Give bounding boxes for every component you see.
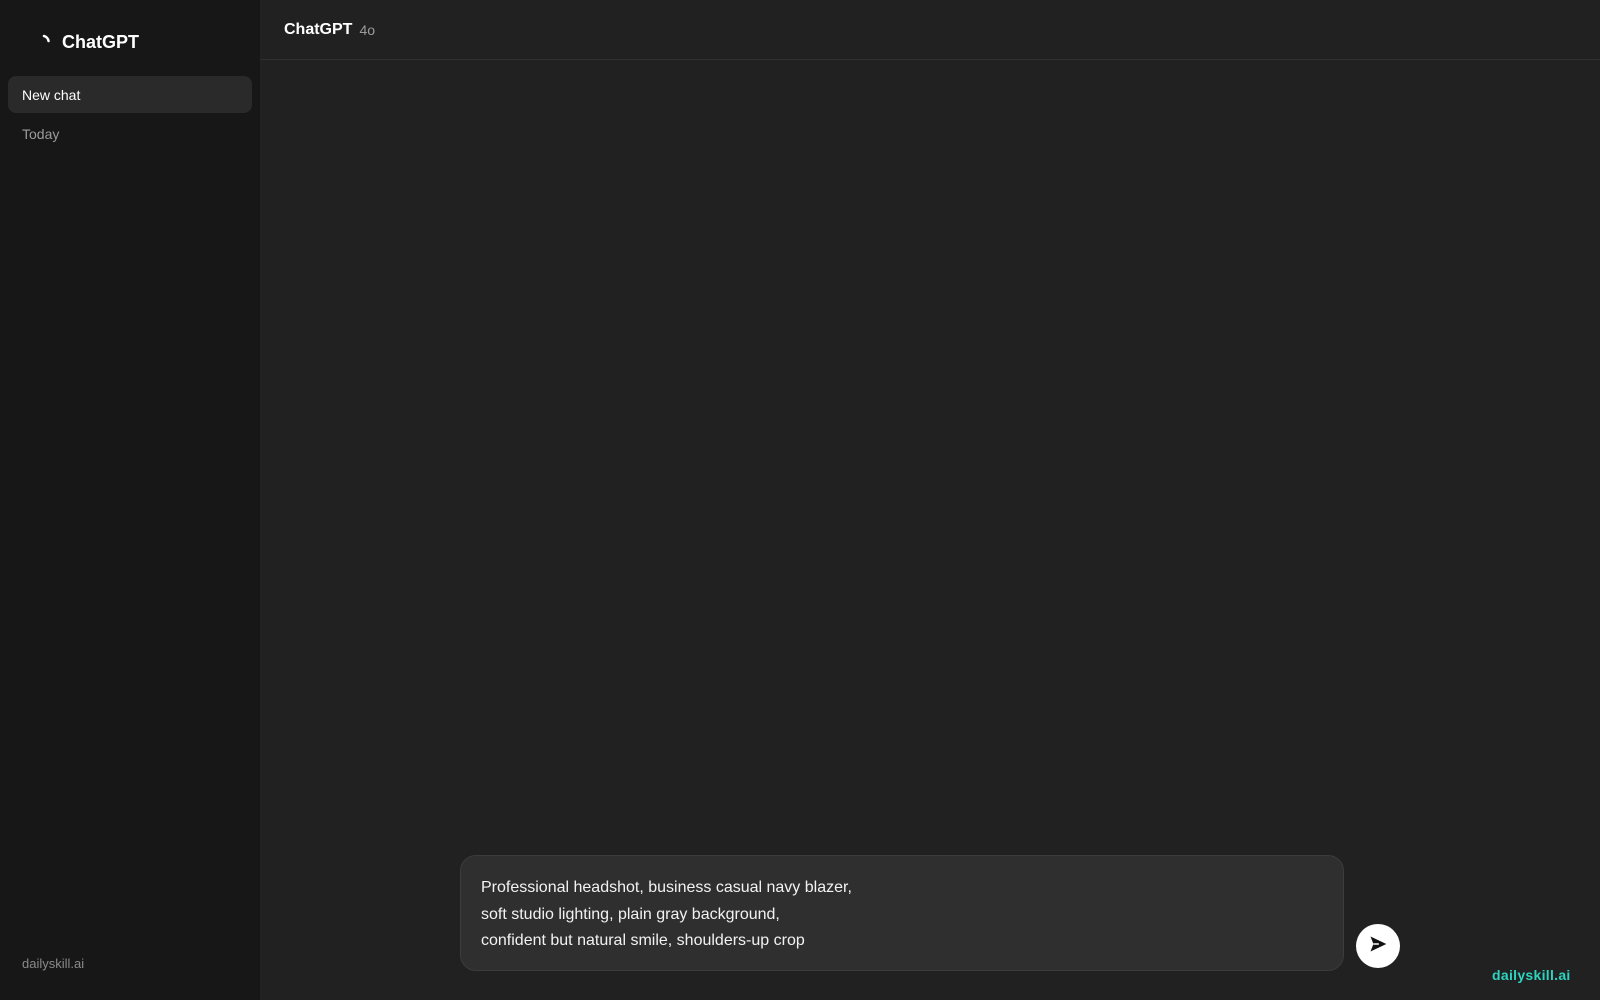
sidebar: ChatGPT New chat Today dailyskill.ai [0,0,260,1000]
new-chat-button[interactable]: New chat [8,76,252,113]
send-button[interactable] [1356,924,1400,968]
prompt-input[interactable]: Professional headshot, business casual n… [460,855,1344,971]
model-version[interactable]: 4o [359,22,375,38]
prompt-line: Professional headshot, business casual n… [481,879,852,896]
history-section-today: Today [22,126,60,142]
chat-header: ChatGPT 4o [260,0,1600,60]
send-arrow-icon [1368,934,1388,959]
app-window: ChatGPT New chat Today dailyskill.ai Cha… [0,0,1600,1000]
brand-name: ChatGPT [62,32,140,52]
spinner-icon [36,32,56,52]
sidebar-footer: dailyskill.ai [22,956,85,971]
brand[interactable]: ChatGPT [36,30,139,54]
new-chat-label: New chat [22,86,81,103]
watermark: dailyskill.ai [1492,967,1571,983]
prompt-line: confident but natural smile, shoulders-u… [481,932,805,949]
prompt-line: soft studio lighting, plain gray backgro… [481,905,780,923]
model-selector-title[interactable]: ChatGPT [284,21,352,39]
